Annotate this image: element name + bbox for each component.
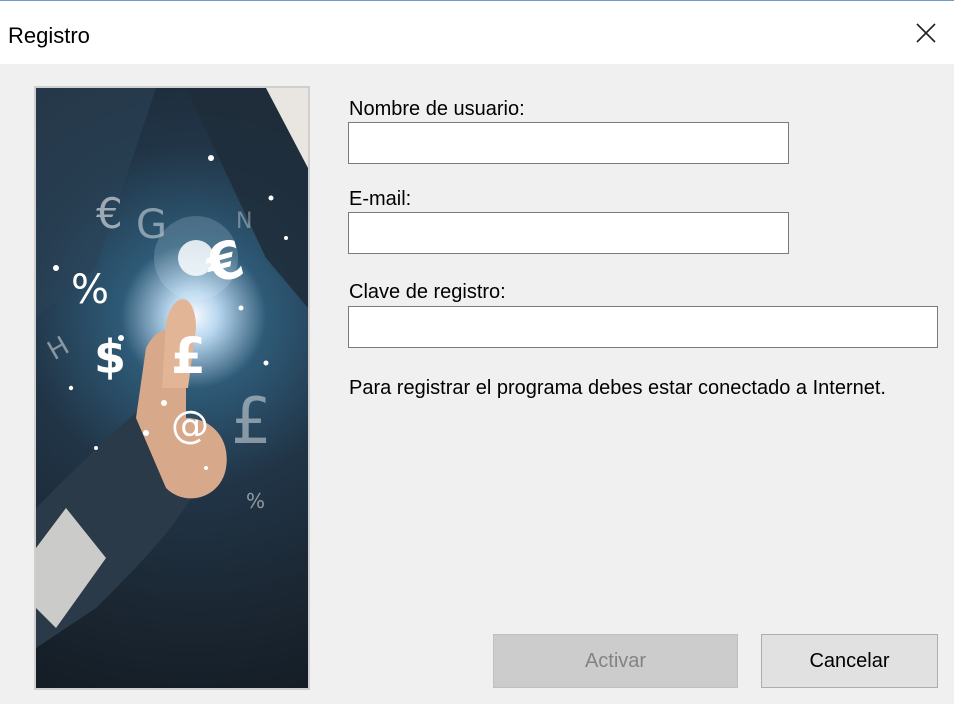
registration-dialog: Registro € G % € $ £ @ £ % H N Nombre de…	[0, 0, 954, 704]
svg-text:$: $	[94, 330, 126, 384]
registration-illustration: € G % € $ £ @ £ % H N	[34, 86, 310, 690]
activate-button[interactable]: Activar	[493, 634, 738, 688]
username-label: Nombre de usuario:	[349, 98, 525, 120]
svg-text:%: %	[246, 489, 265, 513]
svg-text:G: G	[136, 202, 167, 248]
close-icon	[916, 22, 936, 43]
title-bar: Registro	[0, 1, 954, 64]
internet-notice: Para registrar el programa debes estar c…	[349, 377, 886, 399]
username-input[interactable]	[348, 122, 789, 164]
svg-text:H: H	[43, 331, 75, 367]
registration-key-input[interactable]	[348, 306, 938, 348]
close-button[interactable]	[898, 1, 954, 64]
cancel-button[interactable]: Cancelar	[761, 634, 938, 688]
symbol-euro-faded: €	[96, 189, 123, 238]
window-title: Registro	[8, 23, 90, 48]
svg-text:N: N	[236, 209, 252, 234]
svg-text:%: %	[71, 267, 109, 313]
svg-text:@: @	[171, 403, 209, 447]
svg-text:£: £	[231, 385, 272, 459]
svg-text:£: £	[171, 327, 206, 385]
currency-touch-illustration: € G % € $ £ @ £ % H N	[36, 88, 308, 648]
email-label: E-mail:	[349, 188, 412, 210]
key-label: Clave de registro:	[349, 281, 506, 303]
email-input[interactable]	[348, 212, 789, 254]
